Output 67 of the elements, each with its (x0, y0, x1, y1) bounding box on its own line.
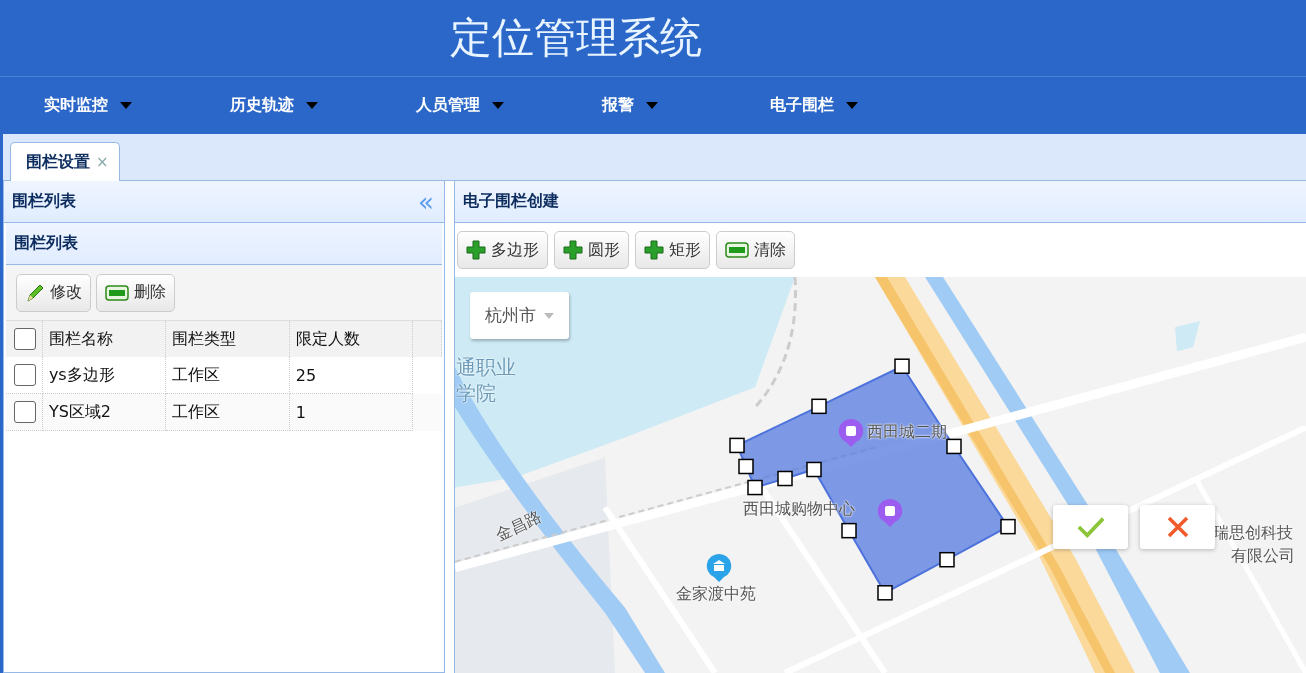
column-header[interactable]: 围栏类型 (165, 320, 290, 357)
caret-icon (544, 312, 554, 319)
toolbar-button[interactable]: 修改 (16, 273, 91, 312)
vertex-handle[interactable] (811, 398, 827, 415)
nav-menu-item[interactable]: 历史轨迹 (230, 95, 416, 116)
map-pin-icon[interactable] (877, 498, 903, 528)
vertex-handle[interactable] (1000, 518, 1016, 535)
map-label: 金昌路 (493, 506, 546, 547)
caret-icon (646, 102, 658, 109)
nav-menu-item[interactable]: 报警 (602, 95, 770, 116)
plus-icon (466, 240, 486, 260)
column-header[interactable]: 限定人数 (289, 320, 413, 357)
city-dropdown[interactable]: 杭州市 (470, 292, 569, 339)
toolbar-button[interactable]: 矩形 (635, 231, 710, 269)
vertex-handle[interactable] (946, 438, 962, 455)
toolbar-button[interactable]: 多边形 (457, 231, 548, 269)
caret-icon (306, 102, 318, 109)
map-label: 瑞思创科技 (1213, 523, 1293, 544)
table-cell: YS区域2 (42, 393, 166, 431)
caret-icon (120, 102, 132, 109)
table-cell: ys多边形 (42, 357, 166, 394)
select-all-checkbox[interactable] (14, 328, 36, 350)
tab[interactable]: 围栏设置 × (10, 142, 120, 181)
map-label: 有限公司 (1231, 546, 1295, 567)
app-title: 定位管理系统 (450, 12, 702, 64)
table-cell: 25 (289, 357, 413, 394)
minus-icon (105, 284, 129, 301)
vertex-handle[interactable] (841, 522, 857, 539)
map-pin-icon[interactable] (838, 418, 864, 448)
nav-menu-item[interactable]: 电子围栏 (770, 95, 956, 116)
row-checkbox[interactable] (14, 401, 36, 423)
toolbar-button[interactable]: 圆形 (554, 231, 629, 269)
column-header[interactable]: 围栏名称 (42, 320, 166, 357)
vertex-handle[interactable] (806, 461, 822, 478)
map-pin-icon[interactable] (706, 553, 732, 583)
panel-title: 围栏列表 (12, 191, 76, 212)
toolbar-button[interactable]: 清除 (716, 231, 795, 269)
map-label: 金家渡中苑 (676, 584, 756, 605)
map-label: 通职业 (456, 354, 516, 381)
vertex-handle[interactable] (939, 551, 955, 568)
nav-menu-item[interactable]: 人员管理 (416, 95, 602, 116)
vertex-handle[interactable] (777, 470, 793, 487)
pond (1175, 321, 1200, 352)
table-cell: 工作区 (165, 357, 290, 394)
pencil-icon (25, 282, 45, 303)
table-cell: 工作区 (165, 393, 290, 431)
panel-title: 电子围栏创建 (463, 191, 559, 212)
row-checkbox[interactable] (14, 364, 36, 386)
check-icon (1076, 515, 1105, 539)
caret-icon (492, 102, 504, 109)
plus-icon (563, 240, 583, 260)
plus-icon (644, 240, 664, 260)
vertex-handle[interactable] (729, 437, 745, 454)
vertex-handle[interactable] (877, 585, 893, 601)
vertex-handle[interactable] (894, 358, 910, 374)
caret-icon (846, 102, 858, 109)
list-title: 围栏列表 (14, 233, 78, 254)
minus-icon (725, 242, 749, 258)
nav-menu-item[interactable]: 实时监控 (44, 95, 230, 116)
toolbar-button[interactable]: 删除 (96, 273, 175, 312)
table-cell: 1 (289, 393, 413, 431)
map-label: 西田城二期 (867, 422, 947, 443)
vertex-handle[interactable] (747, 479, 763, 496)
vertex-handle[interactable] (738, 458, 754, 475)
tab-label: 围栏设置 (26, 151, 90, 173)
map-label: 学院 (456, 380, 496, 407)
cancel-button[interactable] (1140, 505, 1215, 549)
